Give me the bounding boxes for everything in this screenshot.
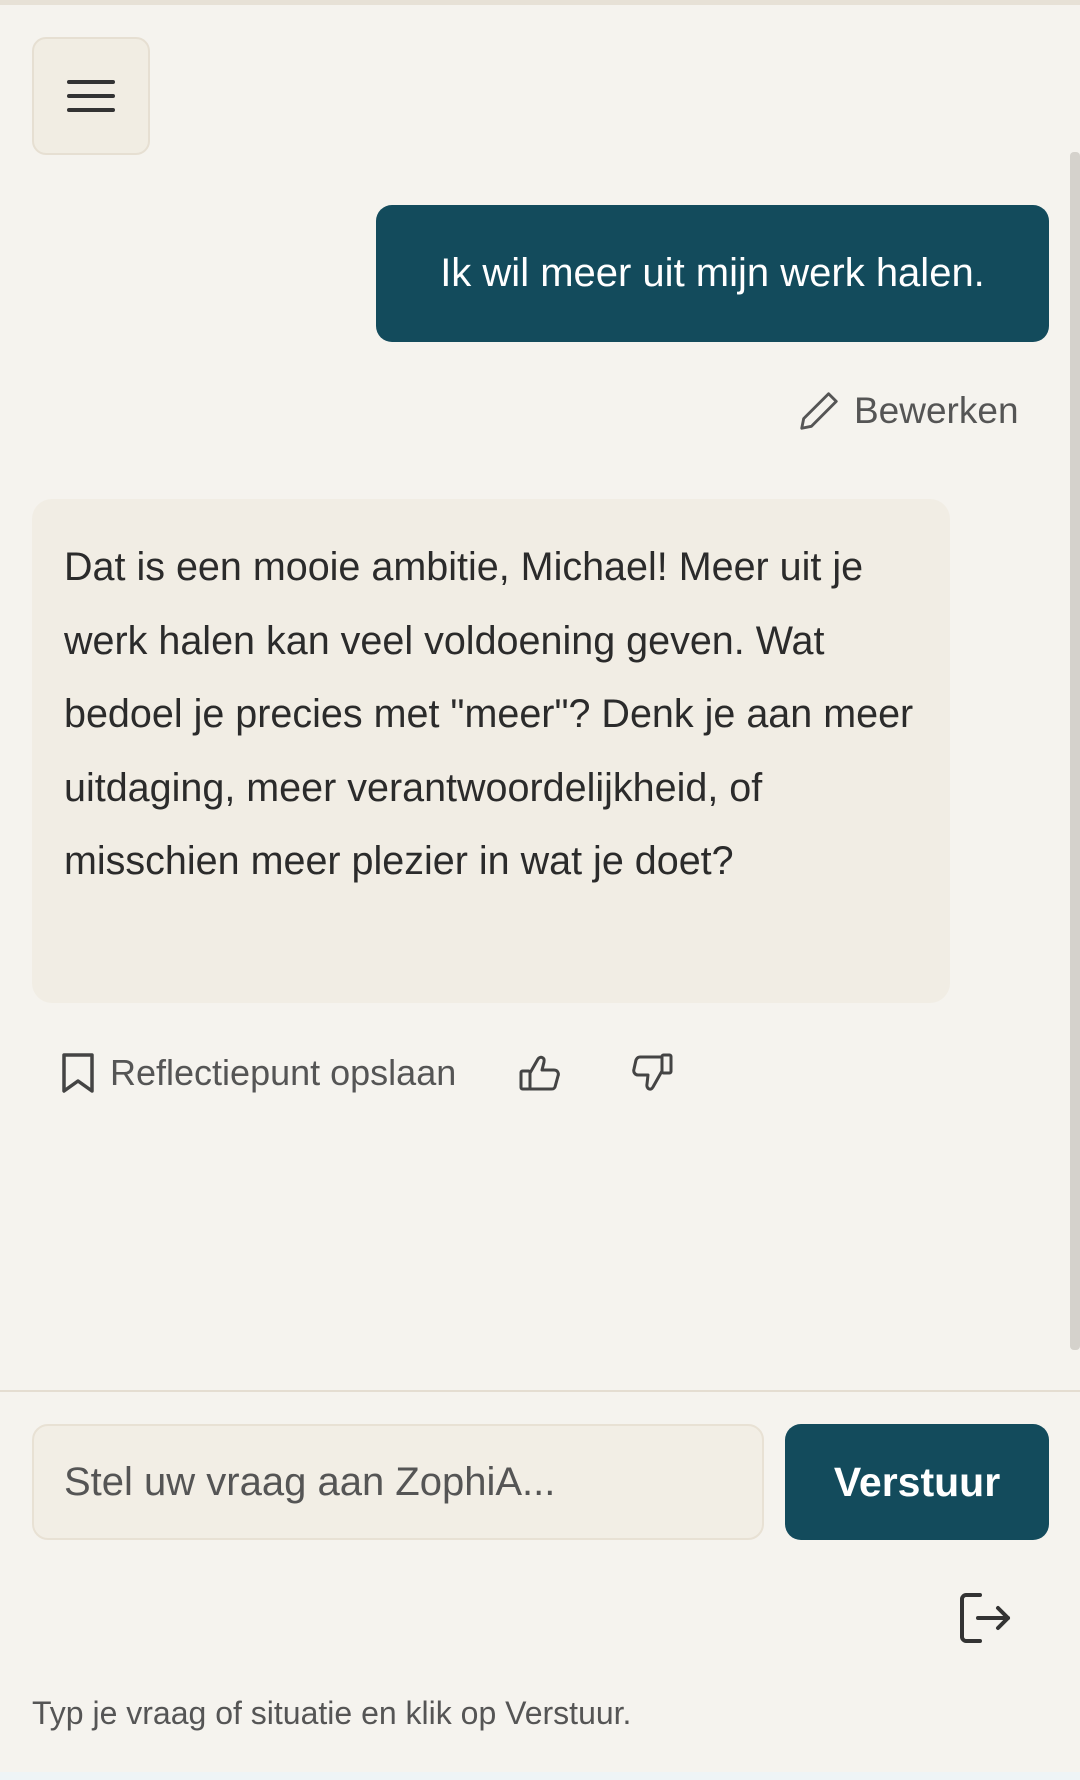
bottom-strip (0, 1772, 1080, 1780)
composer-hint: Typ je vraag of situatie en klik op Vers… (32, 1695, 632, 1731)
save-reflection-label: Reflectiepunt opslaan (110, 1052, 457, 1093)
edit-button[interactable]: Bewerken (796, 386, 1019, 436)
hamburger-menu-icon (67, 80, 115, 112)
menu-button[interactable] (32, 37, 150, 155)
thumbs-up-icon (519, 1055, 561, 1091)
send-button[interactable]: Verstuur (785, 1424, 1049, 1540)
thumbs-down-icon (632, 1053, 673, 1091)
assistant-message-bubble: Dat is een mooie ambitie, Michael! Meer … (32, 499, 950, 1003)
thumbs-up-button[interactable] (518, 1051, 562, 1095)
thumbs-down-button[interactable] (630, 1051, 674, 1095)
pencil-icon (800, 392, 838, 430)
user-message-bubble: Ik wil meer uit mijn werk halen. (376, 205, 1049, 342)
logout-icon (960, 1593, 1010, 1643)
composer-divider (0, 1390, 1080, 1392)
assistant-message-text: Dat is een mooie ambitie, Michael! Meer … (64, 545, 914, 883)
question-input[interactable] (32, 1424, 764, 1540)
bookmark-icon (62, 1053, 94, 1093)
top-border (0, 0, 1080, 5)
user-message-text: Ik wil meer uit mijn werk halen. (440, 251, 985, 295)
logout-button[interactable] (956, 1589, 1014, 1647)
edit-label: Bewerken (854, 390, 1019, 431)
send-button-label: Verstuur (833, 1458, 1001, 1505)
scrollbar[interactable] (1070, 152, 1080, 1350)
message-actions: Reflectiepunt opslaan (58, 1048, 674, 1098)
save-reflection-button[interactable]: Reflectiepunt opslaan (58, 1051, 456, 1095)
